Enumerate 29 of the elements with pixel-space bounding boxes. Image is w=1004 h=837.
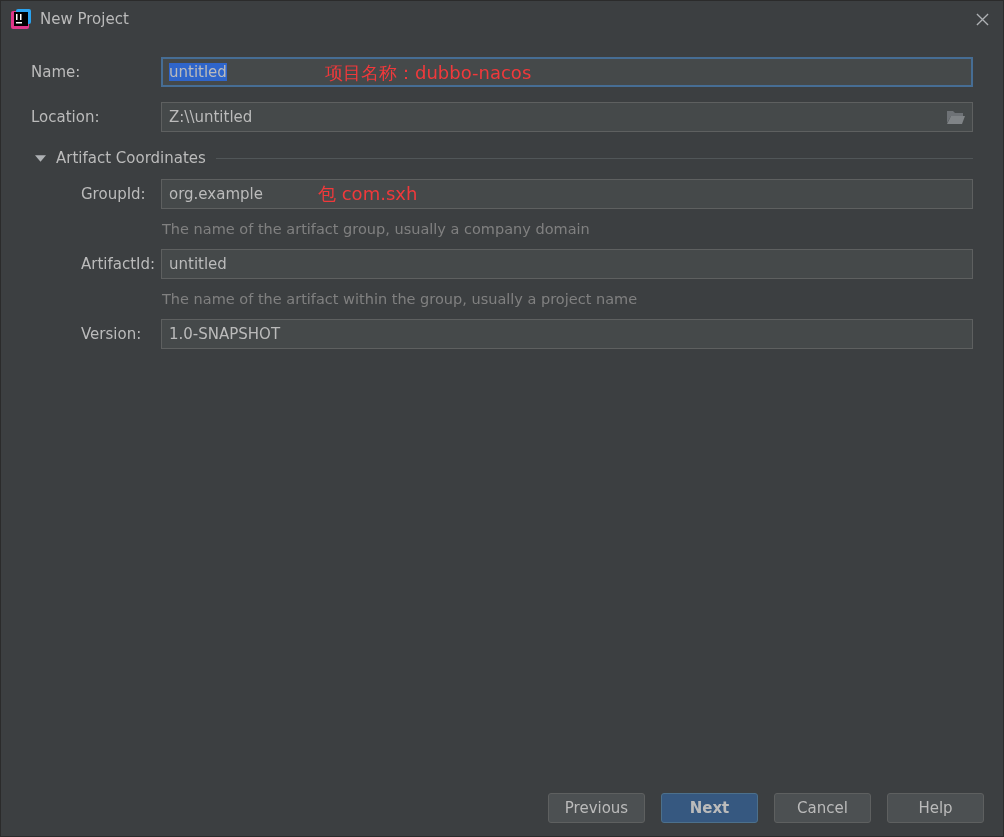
expand-triangle-icon[interactable] bbox=[35, 152, 46, 164]
dialog-button[interactable]: Cancel bbox=[774, 793, 871, 823]
field-label: Location: bbox=[31, 108, 101, 126]
dialog-button[interactable]: Help bbox=[887, 793, 984, 823]
input-field[interactable]: Z:\\untitled bbox=[161, 102, 973, 132]
annotation-text: 项目名称：dubbo-nacos bbox=[325, 62, 532, 84]
input-field[interactable]: org.example 包 com.sxh bbox=[161, 179, 973, 209]
field-value: 1.0-SNAPSHOT bbox=[169, 325, 281, 343]
field-value: Z:\\untitled bbox=[169, 108, 253, 126]
dialog-button[interactable]: Next bbox=[661, 793, 758, 823]
section-title[interactable]: Artifact Coordinates bbox=[56, 149, 206, 167]
field-label: ArtifactId: bbox=[80, 255, 157, 273]
close-icon[interactable] bbox=[976, 12, 989, 26]
field-label: GroupId: bbox=[80, 185, 147, 203]
hint-text: The name of the artifact group, usually a company domain bbox=[162, 221, 591, 237]
field-label: Name: bbox=[31, 63, 82, 81]
field-value: untitled bbox=[169, 255, 227, 273]
input-field[interactable]: 1.0-SNAPSHOT bbox=[161, 319, 973, 349]
folder-icon[interactable] bbox=[947, 110, 965, 124]
annotation-text: 包 com.sxh bbox=[318, 183, 418, 205]
window-title: New Project bbox=[40, 10, 129, 28]
dialog-button[interactable]: Previous bbox=[548, 793, 645, 823]
field-value: org.example bbox=[169, 185, 263, 203]
field-label: Version: bbox=[80, 325, 143, 343]
input-field[interactable]: untitled bbox=[161, 249, 973, 279]
field-value: untitled bbox=[169, 63, 227, 81]
input-field[interactable]: untitled 项目名称：dubbo-nacos bbox=[161, 57, 973, 87]
app-logo-icon bbox=[11, 9, 31, 29]
hint-text: The name of the artifact within the group, usually a project name bbox=[162, 291, 639, 307]
